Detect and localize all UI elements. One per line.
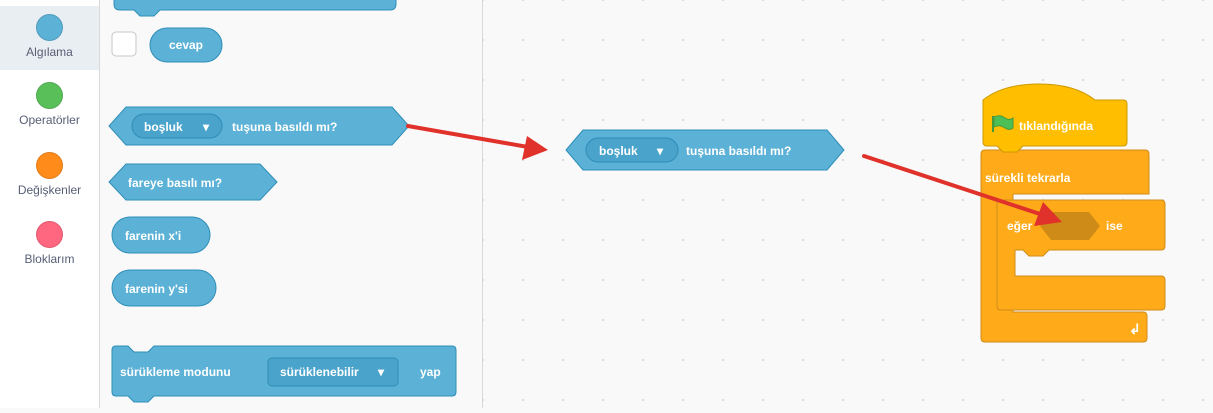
drag-mode-text: sürükleme modunu	[120, 365, 231, 379]
chevron-down-icon: ▾	[377, 365, 385, 379]
sensing-color-icon	[36, 14, 63, 41]
category-variables[interactable]: Değişkenler	[0, 152, 99, 216]
key-pressed-block[interactable]: boşluk ▾ tuşuna basıldı mı?	[108, 106, 410, 146]
script-stack[interactable]: sürekli tekrarla ↲ eğer ise tıklandığınd…	[980, 83, 1166, 343]
mouse-y-block[interactable]: farenin y'si	[111, 269, 217, 307]
drag-mode-dropdown-value: sürüklenebilir	[280, 365, 359, 379]
key-dropdown-value: boşluk	[144, 120, 183, 134]
drag-mode-suffix: yap	[420, 365, 441, 379]
key-pressed-text: tuşuna basıldı mı?	[232, 120, 337, 134]
category-my-blocks[interactable]: Bloklarım	[0, 221, 99, 285]
workspace-key-pressed-block[interactable]: boşluk ▾ tuşuna basıldı mı?	[565, 129, 845, 171]
if-condition-slot[interactable]	[1040, 212, 1100, 240]
variables-color-icon	[36, 152, 63, 179]
mouse-x-text: farenin x'i	[125, 229, 181, 243]
answer-block-label: cevap	[169, 38, 203, 52]
category-sensing[interactable]: Algılama	[0, 6, 99, 70]
workspace-key-dropdown-value: boşluk	[599, 144, 638, 158]
my-blocks-color-icon	[36, 221, 63, 248]
chevron-down-icon: ▾	[656, 144, 664, 158]
category-operators[interactable]: Operatörler	[0, 82, 99, 146]
mouse-x-block[interactable]: farenin x'i	[111, 216, 211, 254]
palette-canvas: cevap boşluk ▾ tuşuna basıldı mı? fareye…	[108, 0, 457, 403]
category-label: Algılama	[26, 45, 73, 59]
drag-mode-block[interactable]: sürükleme modunu sürüklenebilir ▾ yap	[111, 345, 457, 403]
chevron-down-icon: ▾	[202, 120, 210, 134]
category-label: Operatörler	[19, 113, 80, 127]
loop-arrow-icon: ↲	[1129, 321, 1141, 337]
mouse-y-text: farenin y'si	[125, 282, 188, 296]
if-then-label: ise	[1106, 219, 1123, 233]
category-sidebar: Algılama Operatörler Değişkenler Bloklar…	[0, 0, 100, 408]
code-workspace[interactable]: boşluk ▾ tuşuna basıldı mı? sürekli tekr…	[483, 0, 1213, 408]
palette-block-cutoff[interactable]	[113, 0, 397, 17]
mouse-down-block[interactable]: fareye basılı mı?	[108, 163, 278, 201]
mouse-down-text: fareye basılı mı?	[128, 176, 222, 190]
category-label: Bloklarım	[24, 252, 75, 266]
forever-label: sürekli tekrarla	[985, 171, 1071, 185]
answer-block[interactable]: cevap	[149, 27, 223, 63]
workspace-canvas: boşluk ▾ tuşuna basıldı mı? sürekli tekr…	[565, 83, 1166, 343]
workspace-key-pressed-text: tuşuna basıldı mı?	[686, 144, 791, 158]
if-label: eğer	[1007, 219, 1033, 233]
operators-color-icon	[36, 82, 63, 109]
category-label: Değişkenler	[17, 183, 82, 197]
hat-label: tıklandığında	[1019, 119, 1093, 133]
block-palette: cevap boşluk ▾ tuşuna basıldı mı? fareye…	[100, 0, 483, 408]
answer-checkbox[interactable]	[111, 31, 137, 57]
